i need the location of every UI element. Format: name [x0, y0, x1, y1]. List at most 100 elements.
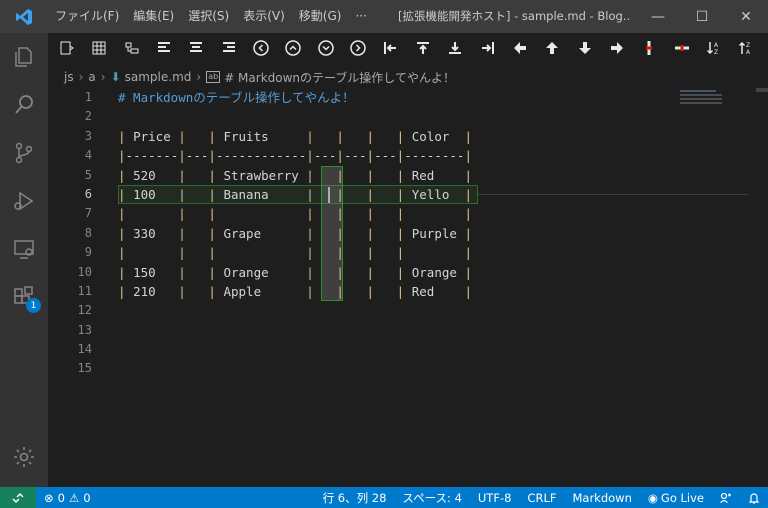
code-line[interactable]: |-------|---|------------|---|---|---|--… [118, 146, 472, 165]
window-title: [拡張機能開発ホスト] - sample.md - Blog... [398, 9, 630, 23]
breadcrumb-item-js[interactable]: js [64, 70, 74, 84]
minimap[interactable] [680, 88, 726, 118]
code-line[interactable]: | | | | | | | | [118, 243, 472, 262]
notifications-bell-icon[interactable] [748, 492, 760, 504]
maximize-button[interactable]: ☐ [680, 0, 724, 33]
delete-column-icon[interactable] [638, 37, 660, 59]
line-number: 9 [84, 245, 92, 260]
symbol-string-icon: ab [206, 71, 221, 83]
status-bar: ⊗ 0 ⚠ 0 行 6、列 28 スペース: 4 UTF-8 CRLF Mark… [0, 487, 768, 508]
menu-edit[interactable]: 編集(E) [126, 0, 181, 33]
line-number: 4 [84, 148, 92, 163]
arrow-left-icon[interactable] [509, 37, 531, 59]
explorer-icon[interactable] [0, 33, 48, 81]
feedback-icon[interactable] [720, 492, 732, 504]
end-of-line[interactable]: CRLF [527, 491, 556, 505]
line-highlight [478, 194, 748, 195]
settings-gear-icon[interactable] [0, 433, 48, 481]
sort-descending-icon[interactable]: AZ [703, 37, 725, 59]
search-icon[interactable] [0, 81, 48, 129]
menu-file[interactable]: ファイル(F) [48, 0, 126, 33]
menu-more[interactable]: ··· [348, 0, 373, 33]
minimize-button[interactable]: — [636, 0, 680, 33]
code-line[interactable]: # Markdownのテーブル操作してやんよ！ [118, 88, 472, 107]
code-line[interactable]: | 100 | | Banana | | | | Yello | [118, 185, 472, 204]
line-number: 12 [77, 303, 92, 318]
arrow-up-icon[interactable] [541, 37, 563, 59]
sort-ascending-icon[interactable]: ZA [736, 37, 758, 59]
line-number: 7 [84, 206, 92, 221]
line-number: 2 [84, 109, 92, 124]
table-grid-icon[interactable] [88, 37, 110, 59]
code-line[interactable] [118, 359, 472, 378]
code-line[interactable]: | 520 | | Strawberry | | | | Red | [118, 166, 472, 185]
go-live-button[interactable]: ◉ Go Live [648, 491, 704, 505]
title-bar: ファイル(F) 編集(E) 選択(S) 表示(V) 移動(G) ··· [拡張機… [0, 0, 768, 33]
run-debug-icon[interactable] [0, 177, 48, 225]
svg-text:A: A [746, 49, 751, 56]
indentation[interactable]: スペース: 4 [402, 490, 461, 506]
chevron-right-icon: › [100, 70, 106, 84]
encoding[interactable]: UTF-8 [478, 491, 512, 505]
remote-indicator-icon[interactable] [0, 487, 36, 508]
code-line[interactable] [118, 301, 472, 320]
vscode-logo-icon[interactable] [0, 0, 48, 33]
arrow-right-icon[interactable] [606, 37, 628, 59]
align-right-icon[interactable] [218, 37, 240, 59]
code-line[interactable]: | | | | | | | | [118, 204, 472, 223]
code-line[interactable]: | 210 | | Apple | | | | Red | [118, 282, 472, 301]
move-to-bottom-icon[interactable] [444, 37, 466, 59]
error-icon: ⊗ [44, 490, 54, 505]
line-number: 8 [84, 225, 92, 240]
format-table-icon[interactable] [56, 37, 78, 59]
problems-indicator[interactable]: ⊗ 0 ⚠ 0 [44, 491, 91, 505]
code-lines[interactable]: # Markdownのテーブル操作してやんよ！ | Price | | Fruit… [118, 88, 472, 379]
arrow-down-icon[interactable] [574, 37, 596, 59]
breadcrumb-item-heading[interactable]: # Markdownのテーブル操作してやんよ！ [224, 69, 455, 86]
extensions-icon[interactable]: 1 [0, 273, 48, 321]
cursor-position[interactable]: 行 6、列 28 [323, 490, 387, 506]
align-center-icon[interactable] [185, 37, 207, 59]
chevron-right-icon: › [196, 70, 202, 84]
activity-bar: 1 [0, 33, 48, 487]
editor-area[interactable]: 1 2 3 4 5 6 7 8 9 10 11 12 13 14 15 # Markdownのテーブル操作し… [48, 88, 768, 487]
status-bar-right: 行 6、列 28 スペース: 4 UTF-8 CRLF Markdown ◉ G… [307, 487, 760, 508]
line-number: 10 [77, 264, 92, 279]
move-to-top-icon[interactable] [412, 37, 434, 59]
circle-right-icon[interactable] [347, 37, 369, 59]
code-line[interactable]: | 150 | | Orange | | | | Orange | [118, 263, 472, 282]
menu-bar: ファイル(F) 編集(E) 選択(S) 表示(V) 移動(G) ··· [48, 0, 374, 33]
window-controls: — ☐ ✕ [636, 0, 768, 33]
circle-up-icon[interactable] [283, 37, 305, 59]
code-line[interactable]: | 330 | | Grape | | | | Purple | [118, 224, 472, 243]
vertical-scrollbar[interactable] [756, 88, 768, 487]
circle-down-icon[interactable] [315, 37, 337, 59]
language-mode[interactable]: Markdown [572, 491, 631, 505]
remote-explorer-icon[interactable] [0, 225, 48, 273]
move-to-end-icon[interactable] [477, 37, 499, 59]
breadcrumb-item-file[interactable]: sample.md [125, 70, 192, 84]
breadcrumb: js › a › ⬇ sample.md › ab # Markdownのテーブ… [48, 66, 768, 88]
code-line[interactable] [118, 107, 472, 126]
align-left-icon[interactable] [153, 37, 175, 59]
svg-text:Z: Z [746, 42, 750, 49]
line-number-gutter: 1 2 3 4 5 6 7 8 9 10 11 12 13 14 15 [48, 88, 92, 379]
circle-left-icon[interactable] [250, 37, 272, 59]
code-line[interactable] [118, 340, 472, 359]
markdown-file-icon: ⬇ [110, 70, 121, 84]
menu-selection[interactable]: 選択(S) [181, 0, 236, 33]
scrollbar-thumb[interactable] [756, 88, 768, 92]
menu-view[interactable]: 表示(V) [236, 0, 292, 33]
chevron-right-icon: › [78, 70, 84, 84]
close-button[interactable]: ✕ [724, 0, 768, 33]
line-number: 11 [77, 283, 92, 298]
table-structure-icon[interactable] [121, 37, 143, 59]
delete-row-icon[interactable] [671, 37, 693, 59]
code-line[interactable] [118, 321, 472, 340]
code-line[interactable]: | Price | | Fruits | | | | Color | [118, 127, 472, 146]
source-control-icon[interactable] [0, 129, 48, 177]
move-to-start-icon[interactable] [380, 37, 402, 59]
line-number: 13 [77, 322, 92, 337]
menu-go[interactable]: 移動(G) [292, 0, 349, 33]
breadcrumb-item-a[interactable]: a [88, 70, 95, 84]
